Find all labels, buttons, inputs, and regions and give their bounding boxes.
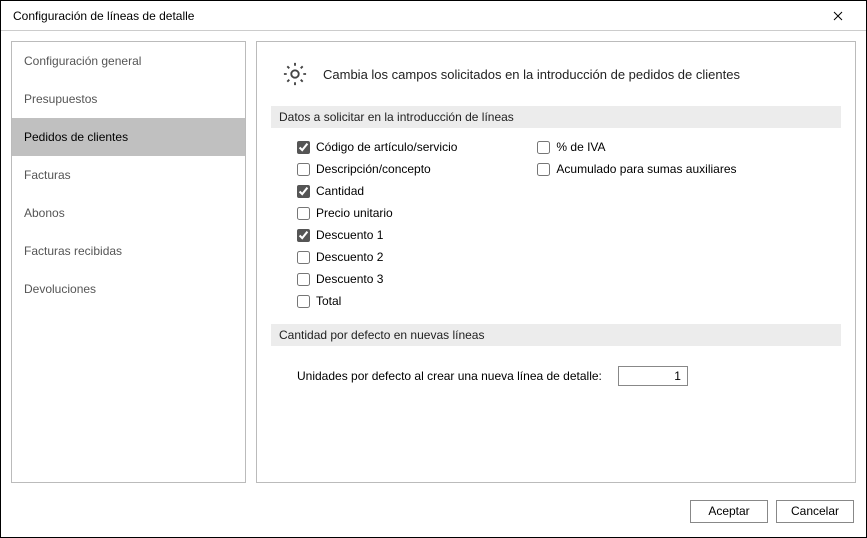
- chk-label: Precio unitario: [316, 206, 393, 220]
- chk-input[interactable]: [297, 251, 310, 264]
- accept-button[interactable]: Aceptar: [690, 500, 768, 523]
- sidebar: Configuración general Presupuestos Pedid…: [11, 41, 246, 483]
- sidebar-item-label: Facturas recibidas: [24, 244, 122, 258]
- sidebar-item-presupuestos[interactable]: Presupuestos: [12, 80, 245, 118]
- sidebar-item-facturas[interactable]: Facturas: [12, 156, 245, 194]
- sidebar-item-general[interactable]: Configuración general: [12, 42, 245, 80]
- close-button[interactable]: [818, 2, 858, 30]
- main-panel: Cambia los campos solicitados en la intr…: [256, 41, 856, 483]
- dialog-footer: Aceptar Cancelar: [1, 493, 866, 529]
- gear-icon: [281, 60, 309, 88]
- sidebar-item-facturas-recibidas[interactable]: Facturas recibidas: [12, 232, 245, 270]
- close-icon: [833, 11, 843, 21]
- sidebar-item-label: Devoluciones: [24, 282, 96, 296]
- window-title: Configuración de líneas de detalle: [13, 9, 818, 23]
- sidebar-item-abonos[interactable]: Abonos: [12, 194, 245, 232]
- sidebar-item-label: Pedidos de clientes: [24, 130, 128, 144]
- section-default-qty: Cantidad por defecto en nuevas líneas: [271, 324, 841, 346]
- chk-label: Cantidad: [316, 184, 364, 198]
- content-area: Configuración general Presupuestos Pedid…: [1, 31, 866, 493]
- section-data-request: Datos a solicitar en la introducción de …: [271, 106, 841, 128]
- chk-input[interactable]: [297, 141, 310, 154]
- chk-acumulado[interactable]: Acumulado para sumas auxiliares: [537, 160, 736, 178]
- sidebar-item-label: Facturas: [24, 168, 71, 182]
- titlebar: Configuración de líneas de detalle: [1, 1, 866, 31]
- sidebar-item-label: Configuración general: [24, 54, 141, 68]
- checkbox-column-right: % de IVA Acumulado para sumas auxiliares: [537, 138, 736, 310]
- chk-label: Código de artículo/servicio: [316, 140, 457, 154]
- chk-label: Descuento 2: [316, 250, 383, 264]
- chk-label: Descuento 1: [316, 228, 383, 242]
- default-qty-label: Unidades por defecto al crear una nueva …: [297, 369, 602, 383]
- chk-iva[interactable]: % de IVA: [537, 138, 736, 156]
- chk-label: Acumulado para sumas auxiliares: [556, 162, 736, 176]
- sidebar-item-label: Presupuestos: [24, 92, 97, 106]
- sidebar-item-pedidos-clientes[interactable]: Pedidos de clientes: [12, 118, 245, 156]
- checkbox-column-left: Código de artículo/servicio Descripción/…: [297, 138, 457, 310]
- default-qty-input[interactable]: [618, 366, 688, 386]
- chk-input[interactable]: [297, 229, 310, 242]
- chk-total[interactable]: Total: [297, 292, 457, 310]
- chk-descripcion[interactable]: Descripción/concepto: [297, 160, 457, 178]
- chk-cantidad[interactable]: Cantidad: [297, 182, 457, 200]
- chk-label: Total: [316, 294, 341, 308]
- chk-label: Descripción/concepto: [316, 162, 431, 176]
- sidebar-item-label: Abonos: [24, 206, 65, 220]
- default-qty-row: Unidades por defecto al crear una nueva …: [271, 356, 841, 386]
- chk-input[interactable]: [297, 163, 310, 176]
- chk-input[interactable]: [537, 141, 550, 154]
- sidebar-item-devoluciones[interactable]: Devoluciones: [12, 270, 245, 308]
- chk-input[interactable]: [297, 207, 310, 220]
- chk-label: % de IVA: [556, 140, 605, 154]
- cancel-button[interactable]: Cancelar: [776, 500, 854, 523]
- checkbox-grid: Código de artículo/servicio Descripción/…: [271, 138, 841, 324]
- chk-codigo-articulo[interactable]: Código de artículo/servicio: [297, 138, 457, 156]
- panel-header: Cambia los campos solicitados en la intr…: [271, 60, 841, 88]
- chk-input[interactable]: [297, 295, 310, 308]
- chk-input[interactable]: [297, 273, 310, 286]
- chk-precio-unitario[interactable]: Precio unitario: [297, 204, 457, 222]
- panel-header-text: Cambia los campos solicitados en la intr…: [323, 67, 740, 82]
- chk-descuento2[interactable]: Descuento 2: [297, 248, 457, 266]
- chk-descuento3[interactable]: Descuento 3: [297, 270, 457, 288]
- chk-input[interactable]: [297, 185, 310, 198]
- chk-input[interactable]: [537, 163, 550, 176]
- chk-label: Descuento 3: [316, 272, 383, 286]
- chk-descuento1[interactable]: Descuento 1: [297, 226, 457, 244]
